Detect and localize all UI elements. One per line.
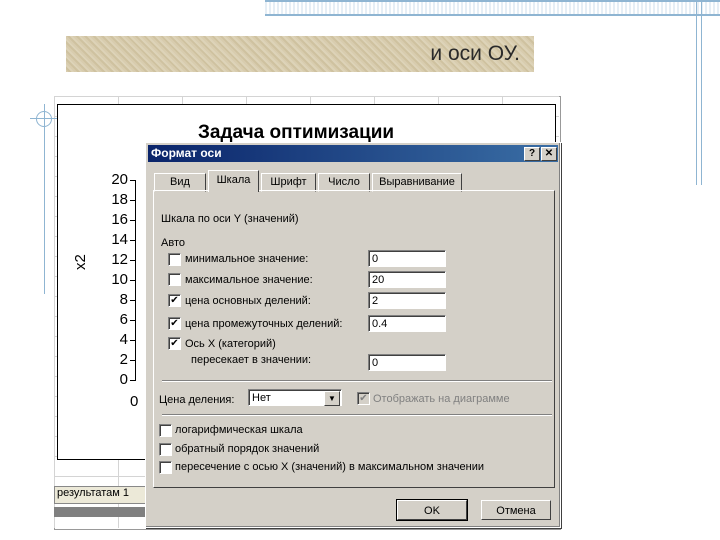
close-button[interactable]: ✕	[541, 147, 557, 161]
show-units-label: Отображать на диаграмме	[373, 393, 510, 405]
y-axis-tick-label: 16	[111, 211, 128, 228]
y-axis-tick-mark	[130, 240, 136, 241]
auto-category-axis-checkbox[interactable]: ✔	[168, 337, 181, 350]
y-axis-tick-label: 6	[119, 311, 128, 328]
y-axis-tick-label: 2	[119, 351, 128, 368]
display-units-select[interactable]: Нет ▼	[248, 389, 342, 406]
minor-unit-input[interactable]: 0.4	[368, 315, 446, 332]
crosses-at-input[interactable]: 0	[368, 354, 446, 371]
y-axis-tick-label: 8	[119, 291, 128, 308]
y-axis-tick-mark	[130, 340, 136, 341]
decorative-top-line	[265, 0, 720, 16]
panel-separator	[162, 380, 552, 382]
horizontal-scrollbar[interactable]	[54, 507, 146, 517]
cross-at-max-checkbox[interactable]	[159, 461, 172, 474]
slide-title: и оси ОУ.	[430, 42, 520, 65]
y-axis-tick-mark	[130, 260, 136, 261]
sheet-tab[interactable]: результатам 1	[54, 486, 154, 504]
cancel-button[interactable]: Отмена	[481, 500, 551, 520]
auto-max-label: максимальное значение:	[185, 274, 313, 286]
log-scale-label: логарифмическая шкала	[175, 424, 303, 436]
y-axis-tick-mark	[130, 280, 136, 281]
y-axis-tick-label: 14	[111, 231, 128, 248]
show-units-checkbox: ✔	[357, 392, 370, 405]
reverse-order-label: обратный порядок значений	[175, 443, 320, 455]
y-axis-label: x2	[72, 254, 89, 270]
slide-title-band: и оси ОУ.	[66, 36, 534, 72]
y-axis-tick-mark	[130, 220, 136, 221]
decorative-crosshair-circle	[36, 111, 52, 127]
dialog-titlebar[interactable]: Формат оси ? ✕	[148, 145, 558, 162]
y-axis-tick-label: 0	[119, 371, 128, 388]
cross-at-max-label: пересечение с осью X (значений) в максим…	[175, 461, 485, 473]
major-unit-input[interactable]: 2	[368, 292, 446, 309]
scale-heading: Шкала по оси Y (значений)	[161, 213, 299, 225]
tab-scale[interactable]: Шкала	[208, 170, 259, 192]
auto-min-label: минимальное значение:	[185, 253, 309, 265]
y-axis-tick-mark	[130, 360, 136, 361]
y-axis-tick-mark	[130, 200, 136, 201]
y-axis-tick-mark	[130, 320, 136, 321]
reverse-order-checkbox[interactable]	[159, 443, 172, 456]
crosses-at-label: пересекает в значении:	[191, 354, 312, 366]
auto-major-unit-label: цена основных делений:	[185, 295, 311, 307]
panel-separator-2	[162, 414, 552, 416]
y-axis-tick-mark	[130, 380, 136, 381]
decorative-crosshair-v	[44, 104, 45, 294]
format-axis-dialog: Формат оси ? ✕ Вид Шкала Шрифт Число Выр…	[145, 142, 561, 528]
y-axis-tick-label: 4	[119, 331, 128, 348]
y-axis-line[interactable]	[135, 181, 136, 381]
display-units-label: Цена деления:	[159, 394, 235, 406]
y-axis-tick-label: 20	[111, 171, 128, 188]
scale-tab-panel: Шкала по оси Y (значений) Авто минимальн…	[153, 190, 555, 488]
ok-button[interactable]: OK	[396, 499, 468, 521]
auto-min-checkbox[interactable]	[168, 253, 181, 266]
min-value-input[interactable]: 0	[368, 250, 446, 267]
y-axis-tick-mark	[130, 300, 136, 301]
help-button[interactable]: ?	[524, 147, 540, 161]
decorative-vertical-line	[696, 0, 702, 185]
y-axis-tick-mark	[130, 180, 136, 181]
auto-minor-unit-label: цена промежуточных делений:	[185, 318, 343, 330]
display-units-value: Нет	[252, 392, 271, 404]
y-axis-tick-label: 12	[111, 251, 128, 268]
log-scale-checkbox[interactable]	[159, 424, 172, 437]
chart-title: Задача оптимизации	[198, 122, 395, 143]
max-value-input[interactable]: 20	[368, 271, 446, 288]
y-axis-tick-label: 18	[111, 191, 128, 208]
dialog-title: Формат оси	[151, 146, 222, 160]
x-axis-tick-0: 0	[130, 393, 139, 410]
auto-max-checkbox[interactable]	[168, 273, 181, 286]
auto-label: Авто	[161, 237, 185, 249]
category-axis-label: Ось X (категорий)	[185, 338, 276, 350]
auto-major-unit-checkbox[interactable]: ✔	[168, 294, 181, 307]
chevron-down-icon[interactable]: ▼	[324, 391, 340, 406]
auto-minor-unit-checkbox[interactable]: ✔	[168, 317, 181, 330]
y-axis-tick-label: 10	[111, 271, 128, 288]
